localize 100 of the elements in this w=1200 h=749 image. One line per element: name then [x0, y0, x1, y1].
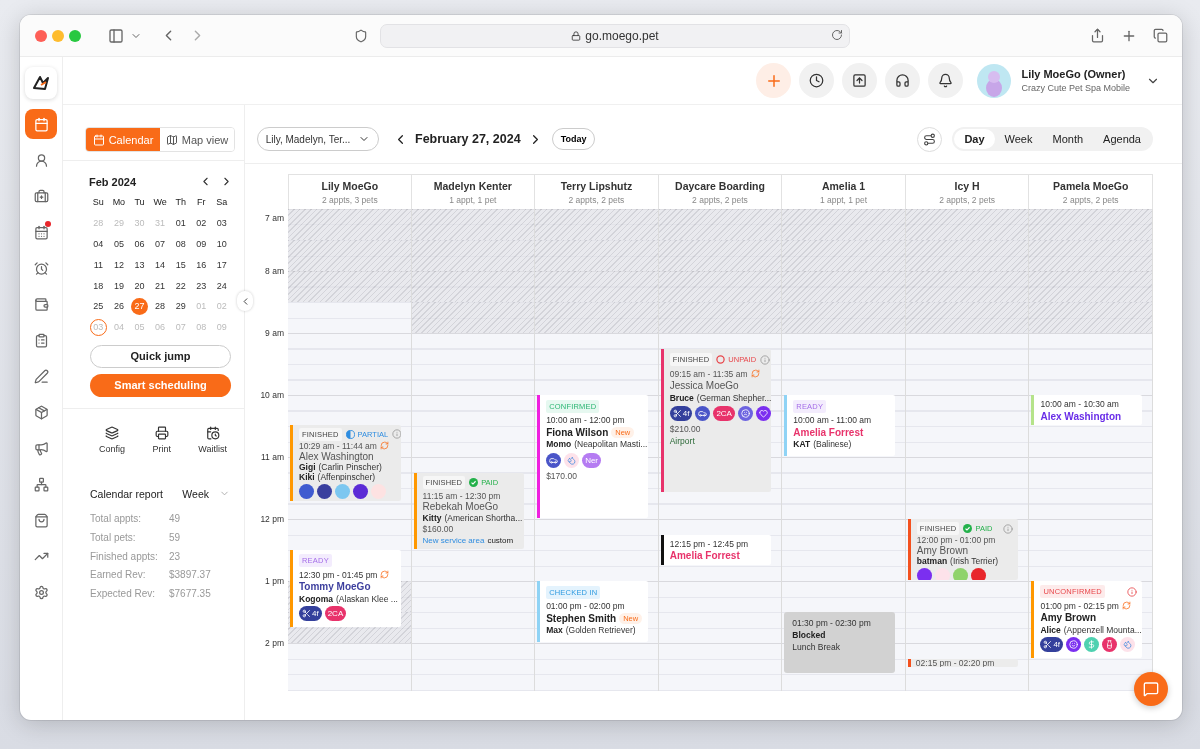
appointment-card[interactable]: 10:00 am - 10:30 am Alex Washington [1031, 395, 1142, 425]
staff-summary: 2 appts, 3 pets [321, 194, 378, 205]
client-name[interactable]: Amy Brown [916, 545, 968, 556]
tag-label: Ner [582, 452, 602, 468]
reload-icon[interactable] [831, 28, 843, 41]
client-name[interactable]: Amy Brown [1040, 612, 1096, 624]
tag-label: 2CA [324, 606, 347, 622]
stat-value: $3897.37 [169, 569, 211, 581]
pet-breed: (Neapolitan Masti... [574, 439, 648, 450]
headset-button[interactable] [885, 63, 921, 98]
event-time: 01:00 pm - 02:00 pm [546, 601, 625, 612]
client-name[interactable]: Fiona Wilson [546, 426, 609, 438]
hour-label: 8 am [265, 266, 284, 276]
client-name[interactable]: Amelia Forrest [793, 426, 864, 438]
waitlist-button[interactable]: Waitlist [198, 425, 227, 454]
chat-button[interactable] [1134, 672, 1168, 706]
price: $170.00 [546, 470, 577, 481]
staff-summary: 2 appts, 2 pets [692, 194, 748, 205]
period-select[interactable]: Week [182, 487, 230, 500]
calendar-nav-button[interactable] [25, 109, 57, 139]
calendar-day[interactable]: 14 [151, 256, 169, 274]
close-window-button[interactable] [35, 29, 47, 42]
view-tab[interactable]: Week [994, 129, 1043, 149]
calendar-day[interactable]: 22 [172, 277, 190, 295]
calendar-day[interactable]: 18 [89, 277, 107, 295]
hour-label: 9 am [265, 328, 284, 338]
pet-breed: (Affenpinscher) [317, 471, 376, 482]
event-time: 10:00 am - 10:30 am [1040, 399, 1119, 409]
client-name[interactable]: Rebekah MoeGo [422, 501, 499, 513]
calendar-day[interactable]: 06 [131, 235, 148, 253]
calendar-day[interactable]: 23 [192, 277, 210, 295]
calendar-day[interactable]: 12 [110, 256, 128, 274]
client-name[interactable]: Jessica MoeGo [669, 380, 739, 392]
share-icon[interactable] [1090, 28, 1105, 43]
calendar-day[interactable]: 01 [172, 214, 190, 232]
address-bar[interactable]: go.moego.pet [380, 23, 850, 48]
calendar-day[interactable]: 15 [172, 256, 190, 274]
staff-select[interactable]: Lily, Madelyn, Ter... [257, 127, 379, 151]
notifications-button[interactable] [928, 63, 964, 98]
view-tab[interactable]: Month [1042, 129, 1094, 149]
scissors-icon [672, 409, 682, 419]
chat-icon [1143, 681, 1159, 697]
logo[interactable] [25, 67, 57, 99]
calendar-day[interactable]: 26 [110, 297, 128, 315]
today-button[interactable]: Today [551, 128, 596, 150]
calendar-day[interactable]: 16 [192, 256, 210, 274]
blocked-time[interactable]: 01:30 pm - 02:30 pm Blocked Lunch Break [784, 612, 895, 673]
calendar-day[interactable]: 11 [89, 256, 107, 274]
hour-label: 1 pm [265, 576, 284, 586]
calendar-day[interactable]: 17 [213, 256, 231, 274]
event-time: 01:00 pm - 02:15 pm [1040, 600, 1119, 611]
calendar-day[interactable]: 29 [172, 297, 190, 315]
calendar-day[interactable]: 21 [151, 277, 169, 295]
client-name[interactable]: Tommy MoeGo [299, 581, 371, 593]
calendar-day[interactable]: 13 [131, 256, 148, 274]
tabs-icon[interactable] [1153, 28, 1168, 43]
add-button[interactable] [756, 63, 792, 98]
calendar-day[interactable]: 10 [213, 235, 231, 253]
client-name[interactable]: Amelia Forrest [669, 550, 740, 561]
notifications-icon [938, 73, 954, 88]
calendar-day[interactable]: 04 [89, 235, 107, 253]
print-button[interactable]: Print [152, 425, 171, 454]
calendar-icon [33, 116, 49, 132]
calendar-day[interactable]: 02 [192, 214, 210, 232]
calendar-day[interactable]: 28 [151, 297, 169, 315]
calendar-day[interactable]: 19 [110, 277, 128, 295]
pet-name: Bruce [669, 392, 694, 403]
pet-breed: (Appenzell Mounta... [1063, 624, 1142, 635]
event-time: 09:15 am - 11:35 am [669, 368, 748, 379]
calendar-day[interactable]: 03 [213, 214, 231, 232]
calendar-day[interactable]: 20 [131, 277, 148, 295]
sidebar-icon[interactable] [108, 27, 124, 44]
weekday-label: Fr [196, 196, 207, 210]
weekday-label: Tu [133, 196, 146, 210]
clock-button[interactable] [799, 63, 835, 98]
scissors-icon [302, 609, 311, 619]
calendar-day[interactable]: 08 [172, 235, 190, 253]
calendar-day[interactable]: 25 [89, 297, 107, 315]
calendar-day[interactable]: 09 [192, 235, 210, 253]
config-button[interactable]: Config [99, 425, 125, 454]
appointment-card[interactable]: 12:15 pm - 12:45 pm Amelia Forrest [660, 534, 772, 565]
calendar-day[interactable]: 24 [213, 277, 231, 295]
view-tab[interactable]: Agenda [1093, 129, 1151, 149]
shield-icon[interactable] [354, 28, 368, 43]
route-button[interactable] [917, 126, 943, 152]
client-name[interactable]: Alex Washington [1040, 410, 1122, 422]
event-time: 10:00 am - 11:00 am [793, 415, 872, 426]
view-tab[interactable]: Day [954, 129, 995, 149]
pet-name: Kitty [422, 513, 442, 524]
repeat-icon [750, 369, 760, 379]
stat-label: Expected Rev: [90, 587, 157, 599]
upload-button[interactable] [842, 63, 878, 98]
calendar-day[interactable]: 07 [151, 235, 169, 253]
appointment-bar[interactable]: 02:15 pm - 02:20 pm [907, 658, 1019, 667]
staff-summary: 2 appts, 2 pets [568, 194, 625, 205]
stat-value: $7677.35 [169, 587, 211, 599]
calendar-day[interactable]: 05 [110, 235, 128, 253]
quick-jump-button[interactable]: Quick jump [90, 344, 231, 368]
client-name[interactable]: Stephen Smith [546, 612, 617, 624]
client-name[interactable]: Alex Washington [299, 450, 374, 462]
